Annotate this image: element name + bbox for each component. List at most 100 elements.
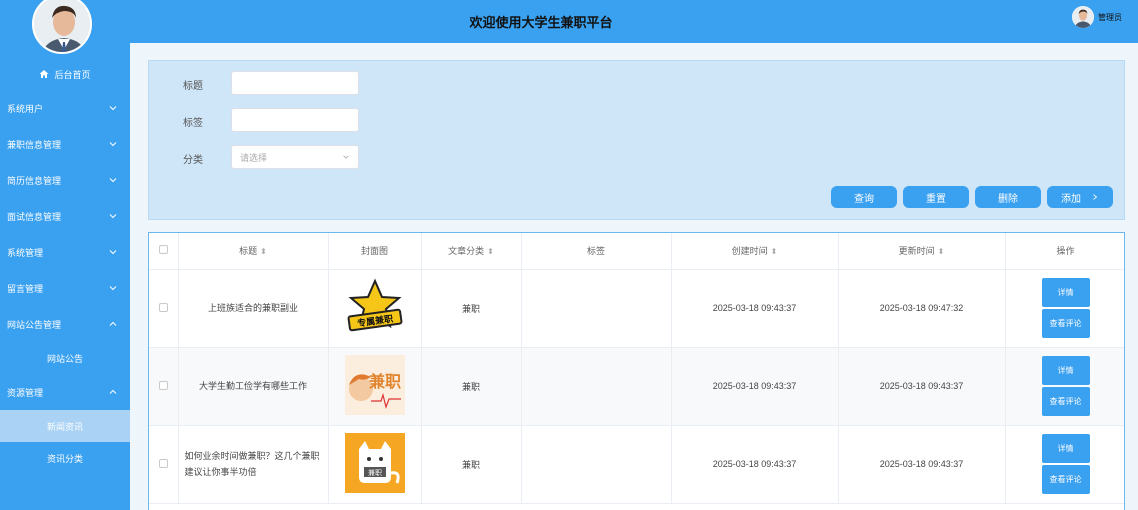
cover-image: 兼职 xyxy=(344,433,405,493)
chevron-down-icon xyxy=(109,250,117,255)
cover-text: 兼职 xyxy=(368,372,400,391)
query-button[interactable]: 查询 xyxy=(831,186,897,208)
header-tags-label: 标签 xyxy=(586,246,605,257)
sidebar-item-jobs[interactable]: 兼职信息管理 xyxy=(0,126,130,162)
sidebar-item-label: 兼职信息管理 xyxy=(7,139,62,150)
row-updated: 2025-03-18 09:43:37 xyxy=(838,347,1006,426)
sidebar-subitem-news[interactable]: 新闻资讯 xyxy=(0,410,130,442)
user-avatar xyxy=(1072,6,1094,28)
tag-input[interactable] xyxy=(231,108,359,132)
header-title[interactable]: 标题 ⬍ xyxy=(178,233,329,270)
detail-button[interactable]: 详情 xyxy=(1041,434,1090,463)
sidebar-item-label: 网站公告管理 xyxy=(7,319,62,330)
row-title: 上班族适合的兼职副业 xyxy=(178,269,329,348)
row-ops: 详情 查看评论 xyxy=(1005,425,1124,504)
title-input[interactable] xyxy=(231,71,359,95)
sidebar-menu: 系统用户 兼职信息管理 简历信息管理 面试信息管理 系统管理 留言管理 网站公告… xyxy=(0,90,130,474)
sort-icon[interactable]: ⬍ xyxy=(938,247,945,256)
sidebar-item-label: 系统用户 xyxy=(7,103,44,114)
row-cover: 兼职 xyxy=(328,425,422,504)
table-row: 如何业余时间做兼职？这几个兼职建议让你事半功倍 兼职 兼职 2025-03-18… xyxy=(149,425,1124,504)
home-icon xyxy=(39,70,49,78)
cover-image: 专属兼职 xyxy=(344,277,405,337)
select-all-checkbox[interactable] xyxy=(158,245,168,255)
header-created[interactable]: 创建时间 ⬍ xyxy=(671,233,839,270)
chevron-down-icon xyxy=(109,106,117,111)
add-button[interactable]: 添加 xyxy=(1047,186,1113,208)
detail-button[interactable]: 详情 xyxy=(1041,278,1090,307)
row-checkbox[interactable] xyxy=(158,302,168,312)
category-select[interactable]: 请选择 xyxy=(231,145,359,169)
view-comments-button[interactable]: 查看评论 xyxy=(1041,309,1090,338)
header-category[interactable]: 文章分类 ⬍ xyxy=(421,233,522,270)
tag-label: 标签 xyxy=(183,118,203,129)
row-tags xyxy=(521,347,672,426)
header-ops: 操作 xyxy=(1005,233,1124,270)
sidebar-subitem-label: 资讯分类 xyxy=(46,453,83,464)
header-cover-label: 封面图 xyxy=(360,246,388,257)
header-created-label: 创建时间 xyxy=(731,246,768,257)
row-created: 2025-03-18 09:43:37 xyxy=(671,425,839,504)
user-name: 管理员 xyxy=(1098,12,1122,22)
table-row: 大学生勤工俭学有哪些工作 兼职 兼职 2025-03-18 09:43:37 2… xyxy=(149,347,1124,426)
sidebar-item-system[interactable]: 系统管理 xyxy=(0,234,130,270)
row-title: 如何业余时间做兼职？这几个兼职建议让你事半功倍 xyxy=(178,425,329,504)
sidebar-subitem-label: 新闻资讯 xyxy=(46,421,83,432)
sidebar-item-interviews[interactable]: 面试信息管理 xyxy=(0,198,130,234)
row-cover: 兼职 xyxy=(328,347,422,426)
cover-text: 兼职 xyxy=(368,468,382,477)
add-button-label: 添加 xyxy=(1061,193,1081,205)
row-title: 大学生勤工俭学有哪些工作 xyxy=(178,347,329,426)
chevron-down-icon xyxy=(109,178,117,183)
sidebar-item-resources[interactable]: 资源管理 xyxy=(0,374,130,410)
sidebar-item-messages[interactable]: 留言管理 xyxy=(0,270,130,306)
table-row: 上班族适合的兼职副业 专属兼职 兼职 2025-03-18 09:43:37 2… xyxy=(149,269,1124,348)
sidebar-item-resumes[interactable]: 简历信息管理 xyxy=(0,162,130,198)
header-title-label: 标题 xyxy=(239,246,258,257)
sidebar-subitem-label: 网站公告 xyxy=(46,353,83,364)
top-header: 欢迎使用大学生兼职平台 管理员 xyxy=(130,0,1138,43)
chevron-up-icon xyxy=(109,321,117,326)
sidebar-item-label: 简历信息管理 xyxy=(7,175,62,186)
header-updated-label: 更新时间 xyxy=(898,246,935,257)
row-cover: 专属兼职 xyxy=(328,269,422,348)
sidebar-item-label: 留言管理 xyxy=(7,283,44,294)
sidebar-subitem-announcement[interactable]: 网站公告 xyxy=(0,342,130,374)
sidebar-item-label: 面试信息管理 xyxy=(7,211,62,222)
header-user-menu[interactable]: 管理员 xyxy=(1072,6,1122,28)
sidebar: 后台首页 系统用户 兼职信息管理 简历信息管理 面试信息管理 系统管理 留言管理… xyxy=(0,0,130,510)
chevron-down-icon xyxy=(109,286,117,291)
row-checkbox[interactable] xyxy=(158,458,168,468)
row-updated: 2025-03-18 09:47:32 xyxy=(838,269,1006,348)
row-created: 2025-03-18 09:43:37 xyxy=(671,347,839,426)
cover-image: 兼职 xyxy=(344,355,405,415)
chevron-right-icon xyxy=(1093,194,1098,200)
reset-button[interactable]: 重置 xyxy=(903,186,969,208)
sidebar-item-announcements[interactable]: 网站公告管理 xyxy=(0,306,130,342)
sidebar-item-system-users[interactable]: 系统用户 xyxy=(0,90,130,126)
title-label: 标题 xyxy=(183,81,203,92)
header-cover: 封面图 xyxy=(328,233,422,270)
row-category: 兼职 xyxy=(421,269,522,348)
detail-button[interactable]: 详情 xyxy=(1041,356,1090,385)
sort-icon[interactable]: ⬍ xyxy=(771,247,778,256)
row-checkbox[interactable] xyxy=(158,380,168,390)
chevron-down-icon xyxy=(109,214,117,219)
header-ops-label: 操作 xyxy=(1056,246,1075,257)
sidebar-subitem-news-category[interactable]: 资讯分类 xyxy=(0,442,130,474)
sort-icon[interactable]: ⬍ xyxy=(260,247,267,256)
sidebar-home-link[interactable]: 后台首页 xyxy=(0,66,130,82)
view-comments-button[interactable]: 查看评论 xyxy=(1041,387,1090,416)
row-category: 兼职 xyxy=(421,347,522,426)
delete-button[interactable]: 删除 xyxy=(975,186,1041,208)
select-all-cell[interactable] xyxy=(149,233,179,270)
header-updated[interactable]: 更新时间 ⬍ xyxy=(838,233,1006,270)
sidebar-item-label: 系统管理 xyxy=(7,247,44,258)
row-updated: 2025-03-18 09:43:37 xyxy=(838,425,1006,504)
row-ops: 详情 查看评论 xyxy=(1005,347,1124,426)
category-placeholder: 请选择 xyxy=(240,152,268,163)
row-tags xyxy=(521,269,672,348)
sort-icon[interactable]: ⬍ xyxy=(487,247,494,256)
view-comments-button[interactable]: 查看评论 xyxy=(1041,465,1090,494)
page-title: 欢迎使用大学生兼职平台 xyxy=(469,15,613,30)
